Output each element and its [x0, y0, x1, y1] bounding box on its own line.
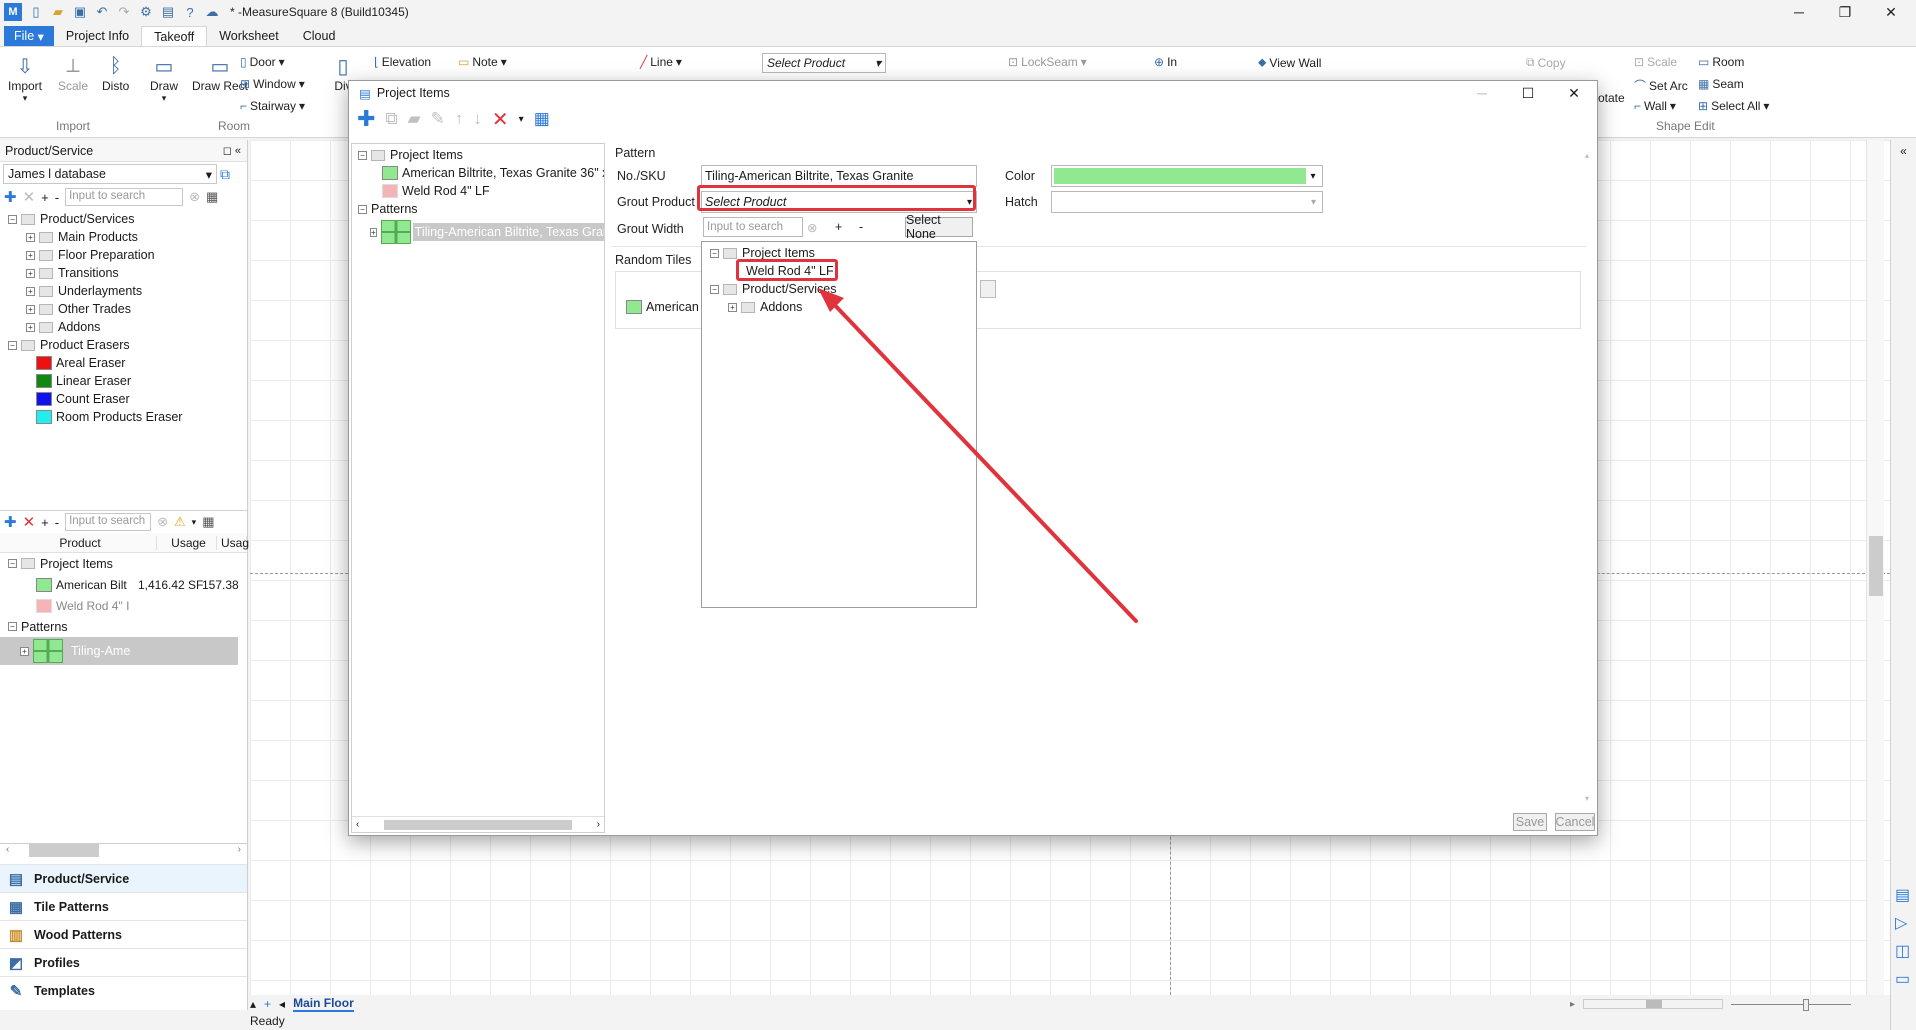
arrow-shaft [826, 296, 1138, 623]
annotation-arrow [818, 288, 1138, 623]
